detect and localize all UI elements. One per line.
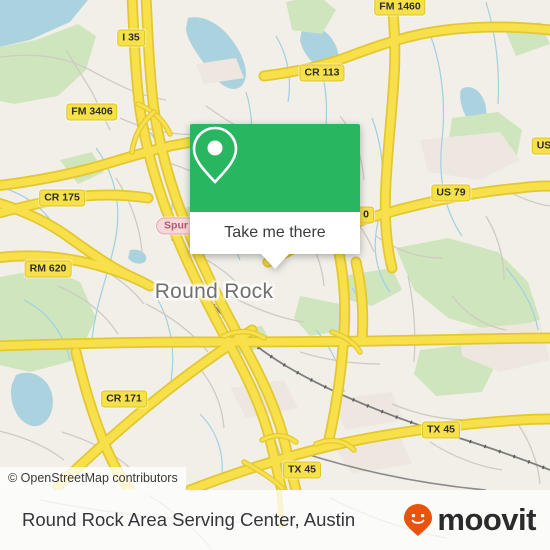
road-shield[interactable]: TX 45 — [282, 461, 322, 479]
road-shield[interactable]: FM 1460 — [374, 0, 426, 16]
moovit-logo[interactable]: moovit — [403, 490, 536, 550]
map-canvas[interactable]: I 35 FM 1460 CR 113 FM 3406 US CR 175 US… — [0, 0, 550, 490]
road-shield[interactable]: US — [531, 137, 550, 155]
place-label-round-rock: Round Rock — [154, 280, 274, 303]
road-shield[interactable]: I 35 — [117, 29, 145, 47]
road-shield[interactable]: US 79 — [431, 184, 471, 202]
location-popup-card[interactable]: Take me there — [190, 124, 360, 269]
popup-card-tail — [261, 254, 289, 269]
take-me-there-button[interactable]: Take me there — [190, 212, 360, 254]
moovit-location-card: I 35 FM 1460 CR 113 FM 3406 US CR 175 US… — [0, 0, 550, 550]
moovit-pin-smiley-icon — [404, 504, 433, 536]
road-shield[interactable]: RM 620 — [24, 260, 72, 278]
popup-card-header — [190, 124, 360, 212]
road-shield[interactable]: TX 45 — [421, 421, 461, 439]
map-pin-icon — [192, 126, 238, 184]
road-shield[interactable]: CR 171 — [101, 390, 147, 408]
moovit-wordmark: moovit — [437, 502, 536, 537]
map-attribution[interactable]: © OpenStreetMap contributors — [0, 467, 186, 490]
road-shield[interactable]: CR 175 — [39, 189, 85, 207]
road-shield[interactable]: CR 113 — [299, 64, 345, 82]
road-shield[interactable]: 0 — [358, 206, 374, 224]
location-title: Round Rock Area Serving Center, Austin — [22, 509, 356, 530]
road-shield[interactable]: FM 3406 — [66, 103, 118, 121]
footer-bar: Round Rock Area Serving Center, Austin m… — [0, 490, 550, 550]
